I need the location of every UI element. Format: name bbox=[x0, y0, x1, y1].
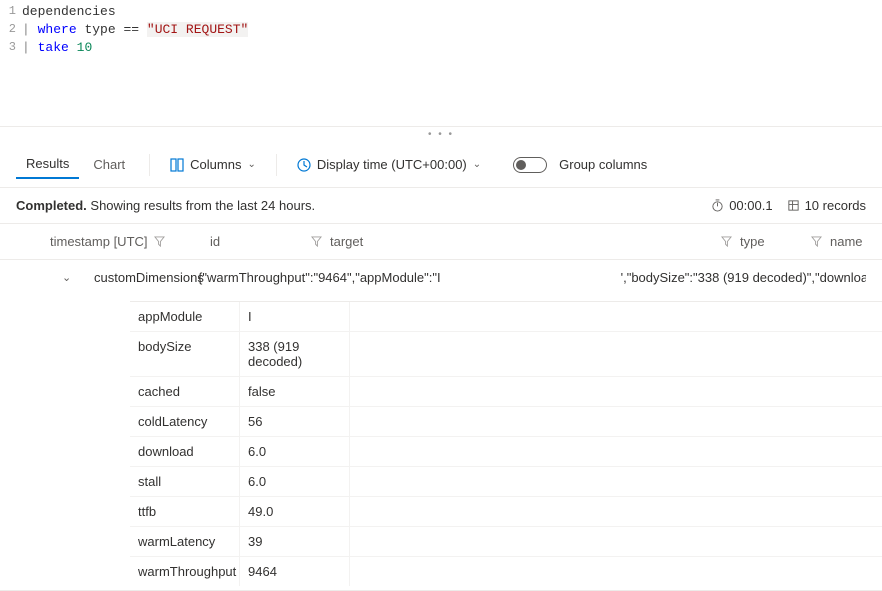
table-row: cachedfalse bbox=[130, 376, 882, 406]
display-time-label: Display time (UTC+00:00) bbox=[317, 157, 467, 172]
column-type[interactable]: type bbox=[740, 234, 765, 249]
column-id[interactable]: id bbox=[210, 234, 220, 249]
separator bbox=[276, 154, 277, 176]
token-pipe: | bbox=[22, 22, 30, 37]
token-string: "UCI REQUEST" bbox=[147, 22, 248, 37]
line-number: 2 bbox=[0, 22, 22, 36]
column-target[interactable]: target bbox=[330, 234, 363, 249]
row-json-preview: {"warmThroughput":"9464","appModule":"I'… bbox=[198, 270, 866, 285]
columns-label: Columns bbox=[190, 157, 241, 172]
results-toolbar: Results Chart Columns ⌄ Display time (UT… bbox=[0, 142, 882, 188]
query-editor[interactable]: 1 dependencies 2 | where type == "UCI RE… bbox=[0, 0, 882, 127]
table-row: ttfb49.0 bbox=[130, 496, 882, 526]
filter-icon[interactable] bbox=[811, 236, 822, 247]
record-count: 10 records bbox=[787, 198, 866, 213]
row-field-label: customDimensions bbox=[50, 270, 198, 285]
token-op: == bbox=[123, 22, 139, 37]
table-row: appModuleI bbox=[130, 301, 882, 331]
token-table: dependencies bbox=[22, 4, 116, 19]
status-message: Showing results from the last 24 hours. bbox=[87, 198, 315, 213]
table-row: bodySize338 (919 decoded) bbox=[130, 331, 882, 376]
display-time-button[interactable]: Display time (UTC+00:00) ⌄ bbox=[291, 153, 487, 176]
line-number: 3 bbox=[0, 40, 22, 54]
chevron-down-icon: ⌄ bbox=[247, 159, 255, 170]
query-duration: 00:00.1 bbox=[711, 198, 772, 213]
chevron-down-icon: ⌄ bbox=[473, 159, 481, 170]
records-icon bbox=[787, 199, 800, 212]
column-timestamp[interactable]: timestamp [UTC] bbox=[50, 234, 148, 249]
status-bar: Completed. Showing results from the last… bbox=[0, 188, 882, 224]
grid-header: timestamp [UTC] id target type name bbox=[0, 224, 882, 260]
filter-icon[interactable] bbox=[311, 236, 322, 247]
columns-button[interactable]: Columns ⌄ bbox=[164, 153, 262, 176]
filter-icon[interactable] bbox=[154, 236, 165, 247]
tab-results[interactable]: Results bbox=[16, 150, 79, 179]
status-completed: Completed. bbox=[16, 198, 87, 213]
custom-dimensions-table: appModuleI bodySize338 (919 decoded) cac… bbox=[130, 301, 882, 586]
clock-icon bbox=[297, 158, 311, 172]
table-row: warmLatency39 bbox=[130, 526, 882, 556]
toggle-switch[interactable] bbox=[513, 157, 547, 173]
stopwatch-icon bbox=[711, 199, 724, 212]
collapse-caret-icon[interactable]: ⌄ bbox=[62, 271, 71, 284]
token-keyword: where bbox=[38, 22, 77, 37]
tab-chart[interactable]: Chart bbox=[83, 151, 135, 178]
token-pipe: | bbox=[22, 40, 30, 55]
group-columns-label: Group columns bbox=[559, 157, 647, 172]
table-row: download6.0 bbox=[130, 436, 882, 466]
line-number: 1 bbox=[0, 4, 22, 18]
columns-icon bbox=[170, 158, 184, 172]
token-field: type bbox=[84, 22, 115, 37]
expanded-row: ⌄ customDimensions {"warmThroughput":"94… bbox=[0, 260, 882, 591]
table-row: warmThroughput9464 bbox=[130, 556, 882, 586]
filter-icon[interactable] bbox=[721, 236, 732, 247]
separator bbox=[149, 154, 150, 176]
token-keyword: take bbox=[38, 40, 69, 55]
token-number: 10 bbox=[77, 40, 93, 55]
column-name[interactable]: name bbox=[830, 234, 863, 249]
table-row: coldLatency56 bbox=[130, 406, 882, 436]
table-row: stall6.0 bbox=[130, 466, 882, 496]
resize-handle[interactable]: • • • bbox=[0, 127, 882, 142]
group-columns-toggle[interactable]: Group columns bbox=[507, 153, 653, 177]
